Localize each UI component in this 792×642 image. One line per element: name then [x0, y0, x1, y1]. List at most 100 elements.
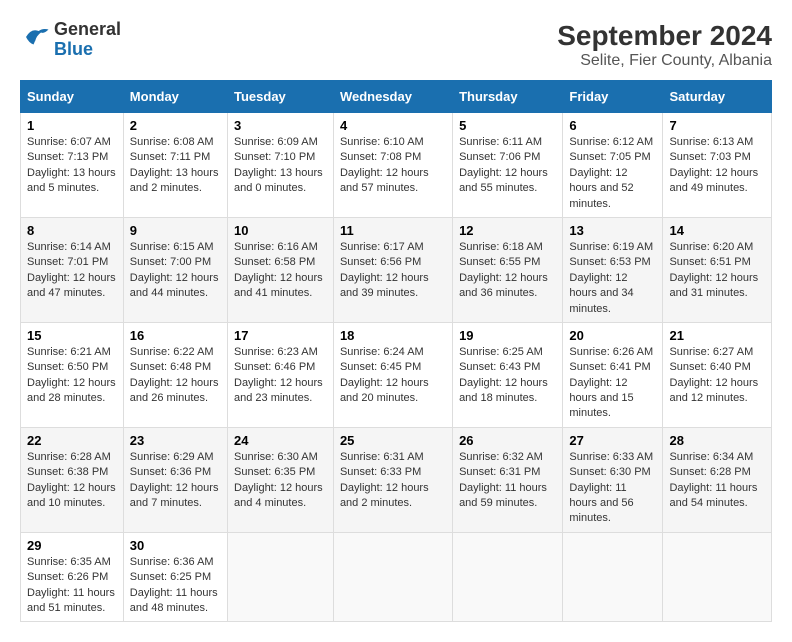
day-info: Sunrise: 6:34 AM Sunset: 6:28 PM Dayligh…: [669, 450, 765, 512]
day-number: 5: [459, 118, 556, 133]
calendar-cell: 6 Sunrise: 6:12 AM Sunset: 7:05 PM Daylig…: [563, 113, 663, 218]
logo: General Blue: [20, 20, 121, 60]
week-row-3: 15Sunrise: 6:21 AM Sunset: 6:50 PM Dayli…: [21, 322, 772, 427]
day-info: Sunrise: 6:13 AM Sunset: 7:03 PM Dayligh…: [669, 135, 765, 197]
calendar-cell: 22 Sunrise: 6:28 AM Sunset: 6:38 PM Dayli…: [21, 427, 124, 532]
day-number: 29: [27, 538, 117, 553]
calendar-cell: 5 Sunrise: 6:11 AM Sunset: 7:06 PM Daylig…: [453, 113, 563, 218]
day-info: Sunrise: 6:21 AM Sunset: 6:50 PM Dayligh…: [27, 345, 117, 407]
calendar-cell: 23 Sunrise: 6:29 AM Sunset: 6:36 PM Dayli…: [123, 427, 227, 532]
column-header-monday: Monday: [123, 81, 227, 113]
column-header-tuesday: Tuesday: [228, 81, 334, 113]
day-info: Sunrise: 6:32 AM Sunset: 6:31 PM Dayligh…: [459, 450, 556, 512]
day-info: Sunrise: 6:26 AM Sunset: 6:41 PM Dayligh…: [569, 345, 656, 422]
calendar-cell: [563, 532, 663, 622]
calendar-cell: 9Sunrise: 6:15 AM Sunset: 7:00 PM Daylig…: [123, 217, 227, 322]
week-row-5: 29 Sunrise: 6:35 AM Sunset: 6:26 PM Dayli…: [21, 532, 772, 622]
calendar-cell: 21 Sunrise: 6:27 AM Sunset: 6:40 PM Dayli…: [663, 322, 772, 427]
day-info: Sunrise: 6:28 AM Sunset: 6:38 PM Dayligh…: [27, 450, 117, 512]
day-info: Sunrise: 6:29 AM Sunset: 6:36 PM Dayligh…: [130, 450, 221, 512]
day-info: Sunrise: 6:17 AM Sunset: 6:56 PM Dayligh…: [340, 240, 446, 302]
day-number: 3: [234, 118, 327, 133]
calendar-cell: 11 Sunrise: 6:17 AM Sunset: 6:56 PM Dayli…: [333, 217, 452, 322]
calendar-cell: 4 Sunrise: 6:10 AM Sunset: 7:08 PM Daylig…: [333, 113, 452, 218]
logo-general: General: [54, 20, 121, 40]
day-number: 28: [669, 433, 765, 448]
day-number: 1: [27, 118, 117, 133]
calendar-cell: 15Sunrise: 6:21 AM Sunset: 6:50 PM Dayli…: [21, 322, 124, 427]
day-number: 26: [459, 433, 556, 448]
calendar-cell: 14Sunrise: 6:20 AM Sunset: 6:51 PM Dayli…: [663, 217, 772, 322]
day-info: Sunrise: 6:18 AM Sunset: 6:55 PM Dayligh…: [459, 240, 556, 302]
week-row-2: 8Sunrise: 6:14 AM Sunset: 7:01 PM Daylig…: [21, 217, 772, 322]
day-number: 20: [569, 328, 656, 343]
day-number: 14: [669, 223, 765, 238]
calendar-cell: 25 Sunrise: 6:31 AM Sunset: 6:33 PM Dayli…: [333, 427, 452, 532]
day-info: Sunrise: 6:16 AM Sunset: 6:58 PM Dayligh…: [234, 240, 327, 302]
calendar-cell: [663, 532, 772, 622]
week-row-1: 1 Sunrise: 6:07 AM Sunset: 7:13 PM Daylig…: [21, 113, 772, 218]
day-number: 18: [340, 328, 446, 343]
day-number: 2: [130, 118, 221, 133]
calendar-cell: 1 Sunrise: 6:07 AM Sunset: 7:13 PM Daylig…: [21, 113, 124, 218]
week-row-4: 22 Sunrise: 6:28 AM Sunset: 6:38 PM Dayli…: [21, 427, 772, 532]
day-number: 12: [459, 223, 556, 238]
calendar-cell: 26 Sunrise: 6:32 AM Sunset: 6:31 PM Dayli…: [453, 427, 563, 532]
day-info: Sunrise: 6:15 AM Sunset: 7:00 PM Dayligh…: [130, 240, 221, 302]
day-info: Sunrise: 6:07 AM Sunset: 7:13 PM Dayligh…: [27, 135, 117, 197]
calendar-cell: 7Sunrise: 6:13 AM Sunset: 7:03 PM Daylig…: [663, 113, 772, 218]
day-info: Sunrise: 6:22 AM Sunset: 6:48 PM Dayligh…: [130, 345, 221, 407]
day-number: 25: [340, 433, 446, 448]
day-info: Sunrise: 6:24 AM Sunset: 6:45 PM Dayligh…: [340, 345, 446, 407]
day-info: Sunrise: 6:25 AM Sunset: 6:43 PM Dayligh…: [459, 345, 556, 407]
calendar-cell: 28 Sunrise: 6:34 AM Sunset: 6:28 PM Dayli…: [663, 427, 772, 532]
calendar-cell: 13Sunrise: 6:19 AM Sunset: 6:53 PM Dayli…: [563, 217, 663, 322]
column-header-thursday: Thursday: [453, 81, 563, 113]
calendar-cell: 2 Sunrise: 6:08 AM Sunset: 7:11 PM Daylig…: [123, 113, 227, 218]
day-number: 27: [569, 433, 656, 448]
day-info: Sunrise: 6:23 AM Sunset: 6:46 PM Dayligh…: [234, 345, 327, 407]
page-header: General Blue September 2024 Selite, Fier…: [20, 20, 772, 70]
day-number: 8: [27, 223, 117, 238]
day-number: 23: [130, 433, 221, 448]
day-number: 4: [340, 118, 446, 133]
day-info: Sunrise: 6:35 AM Sunset: 6:26 PM Dayligh…: [27, 555, 117, 617]
day-info: Sunrise: 6:36 AM Sunset: 6:25 PM Dayligh…: [130, 555, 221, 617]
calendar-cell: 10 Sunrise: 6:16 AM Sunset: 6:58 PM Dayli…: [228, 217, 334, 322]
logo-blue: Blue: [54, 40, 121, 60]
day-info: Sunrise: 6:11 AM Sunset: 7:06 PM Dayligh…: [459, 135, 556, 197]
day-number: 11: [340, 223, 446, 238]
day-info: Sunrise: 6:10 AM Sunset: 7:08 PM Dayligh…: [340, 135, 446, 197]
calendar-cell: 16 Sunrise: 6:22 AM Sunset: 6:48 PM Dayli…: [123, 322, 227, 427]
calendar-cell: 12 Sunrise: 6:18 AM Sunset: 6:55 PM Dayli…: [453, 217, 563, 322]
logo-icon: [20, 22, 50, 57]
calendar-cell: [453, 532, 563, 622]
day-number: 6: [569, 118, 656, 133]
calendar-cell: 17 Sunrise: 6:23 AM Sunset: 6:46 PM Dayli…: [228, 322, 334, 427]
calendar-cell: [333, 532, 452, 622]
day-number: 16: [130, 328, 221, 343]
day-info: Sunrise: 6:27 AM Sunset: 6:40 PM Dayligh…: [669, 345, 765, 407]
column-header-friday: Friday: [563, 81, 663, 113]
calendar-title: September 2024: [557, 20, 772, 52]
day-number: 17: [234, 328, 327, 343]
day-info: Sunrise: 6:09 AM Sunset: 7:10 PM Dayligh…: [234, 135, 327, 197]
day-info: Sunrise: 6:30 AM Sunset: 6:35 PM Dayligh…: [234, 450, 327, 512]
header-row: SundayMondayTuesdayWednesdayThursdayFrid…: [21, 81, 772, 113]
day-number: 10: [234, 223, 327, 238]
day-info: Sunrise: 6:31 AM Sunset: 6:33 PM Dayligh…: [340, 450, 446, 512]
calendar-cell: [228, 532, 334, 622]
day-number: 21: [669, 328, 765, 343]
day-info: Sunrise: 6:08 AM Sunset: 7:11 PM Dayligh…: [130, 135, 221, 197]
calendar-table: SundayMondayTuesdayWednesdayThursdayFrid…: [20, 80, 772, 622]
calendar-cell: 3 Sunrise: 6:09 AM Sunset: 7:10 PM Daylig…: [228, 113, 334, 218]
column-header-sunday: Sunday: [21, 81, 124, 113]
day-info: Sunrise: 6:33 AM Sunset: 6:30 PM Dayligh…: [569, 450, 656, 527]
calendar-cell: 30Sunrise: 6:36 AM Sunset: 6:25 PM Dayli…: [123, 532, 227, 622]
day-number: 22: [27, 433, 117, 448]
calendar-cell: 8Sunrise: 6:14 AM Sunset: 7:01 PM Daylig…: [21, 217, 124, 322]
calendar-cell: 20 Sunrise: 6:26 AM Sunset: 6:41 PM Dayli…: [563, 322, 663, 427]
calendar-cell: 27 Sunrise: 6:33 AM Sunset: 6:30 PM Dayli…: [563, 427, 663, 532]
day-info: Sunrise: 6:12 AM Sunset: 7:05 PM Dayligh…: [569, 135, 656, 212]
title-block: September 2024 Selite, Fier County, Alba…: [557, 20, 772, 70]
